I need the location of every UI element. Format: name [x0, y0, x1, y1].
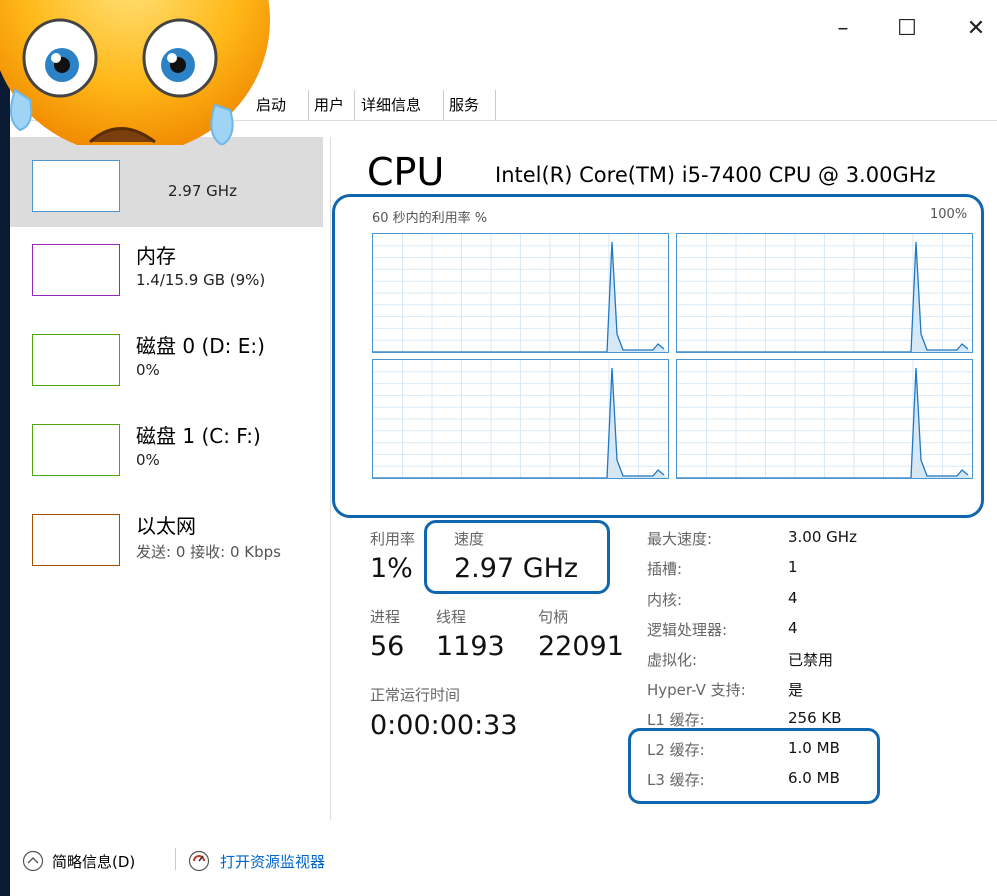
max-speed-label: 最大速度:: [647, 530, 713, 548]
less-details-button[interactable]: 简略信息(D): [52, 851, 135, 872]
sidebar-disk0-value: 0%: [136, 361, 160, 379]
graphs-highlight: [332, 194, 984, 518]
sidebar-disk1-name: 磁盘 1 (C: F:): [136, 424, 261, 448]
footer-bar: 简略信息(D) 打开资源监视器: [10, 838, 997, 878]
sidebar-ethernet-value: 发送: 0 接收: 0 Kbps: [136, 543, 281, 561]
minimize-button[interactable]: –: [820, 10, 866, 48]
resource-sidebar: 2.97 GHz 内存 1.4/15.9 GB (9%) 磁盘 0 (D: E:…: [10, 137, 323, 802]
sockets-label: 插槽:: [647, 560, 683, 578]
sidebar-memory-name: 内存: [136, 244, 176, 268]
tab-details[interactable]: 详细信息: [355, 90, 444, 120]
disk0-thumbnail: [32, 334, 120, 386]
cpu-thumbnail: [32, 160, 120, 212]
processes-label: 进程: [370, 608, 401, 626]
l1-cache-label: L1 缓存:: [647, 711, 705, 729]
uptime-value: 0:00:00:33: [370, 710, 518, 741]
cache-highlight: [628, 728, 880, 804]
page-title: CPU: [367, 150, 445, 194]
maximize-button[interactable]: ☐: [884, 10, 930, 48]
hyperv-value: 是: [788, 681, 804, 699]
max-speed-value: 3.00 GHz: [788, 528, 857, 546]
sidebar-item-ethernet[interactable]: 以太网 发送: 0 接收: 0 Kbps: [10, 507, 323, 597]
sockets-value: 1: [788, 558, 798, 576]
handles-label: 句柄: [538, 608, 569, 626]
footer-separator: [175, 848, 176, 870]
handles-value: 22091: [538, 631, 624, 662]
logical-processors-label: 逻辑处理器:: [647, 621, 728, 639]
sidebar-cpu-value: 2.97 GHz: [168, 182, 237, 200]
chevron-up-icon[interactable]: [22, 850, 44, 872]
utilization-value: 1%: [370, 553, 413, 584]
sidebar-item-disk1[interactable]: 磁盘 1 (C: F:) 0%: [10, 417, 323, 507]
sidebar-divider: [330, 137, 331, 820]
close-button[interactable]: ✕: [953, 10, 997, 48]
cores-value: 4: [788, 589, 798, 607]
disk1-thumbnail: [32, 424, 120, 476]
sidebar-disk0-name: 磁盘 0 (D: E:): [136, 334, 265, 358]
speed-highlight: [424, 520, 610, 594]
cores-label: 内核:: [647, 591, 683, 609]
tab-users[interactable]: 用户: [308, 90, 355, 120]
threads-label: 线程: [436, 608, 467, 626]
resource-monitor-icon: [188, 850, 210, 872]
sidebar-memory-value: 1.4/15.9 GB (9%): [136, 271, 266, 289]
virtualization-label: 虚拟化:: [647, 651, 698, 669]
tab-services[interactable]: 服务: [443, 90, 496, 120]
utilization-label: 利用率: [370, 530, 416, 548]
virtualization-value: 已禁用: [788, 651, 834, 669]
l1-cache-value: 256 KB: [788, 709, 842, 727]
processes-value: 56: [370, 631, 405, 662]
hyperv-label: Hyper-V 支持:: [647, 681, 746, 699]
cpu-model-name: Intel(R) Core(TM) i5-7400 CPU @ 3.00GHz: [495, 163, 936, 187]
memory-thumbnail: [32, 244, 120, 296]
crying-face-emoji: [0, 0, 270, 145]
logical-processors-value: 4: [788, 619, 798, 637]
uptime-label: 正常运行时间: [370, 686, 461, 704]
open-resource-monitor-link[interactable]: 打开资源监视器: [220, 851, 325, 872]
sidebar-ethernet-name: 以太网: [136, 514, 196, 538]
ethernet-thumbnail: [32, 514, 120, 566]
sidebar-item-memory[interactable]: 内存 1.4/15.9 GB (9%): [10, 237, 323, 327]
sidebar-item-disk0[interactable]: 磁盘 0 (D: E:) 0%: [10, 327, 323, 417]
sidebar-disk1-value: 0%: [136, 451, 160, 469]
sidebar-item-cpu[interactable]: 2.97 GHz: [10, 137, 323, 227]
threads-value: 1193: [436, 631, 505, 662]
